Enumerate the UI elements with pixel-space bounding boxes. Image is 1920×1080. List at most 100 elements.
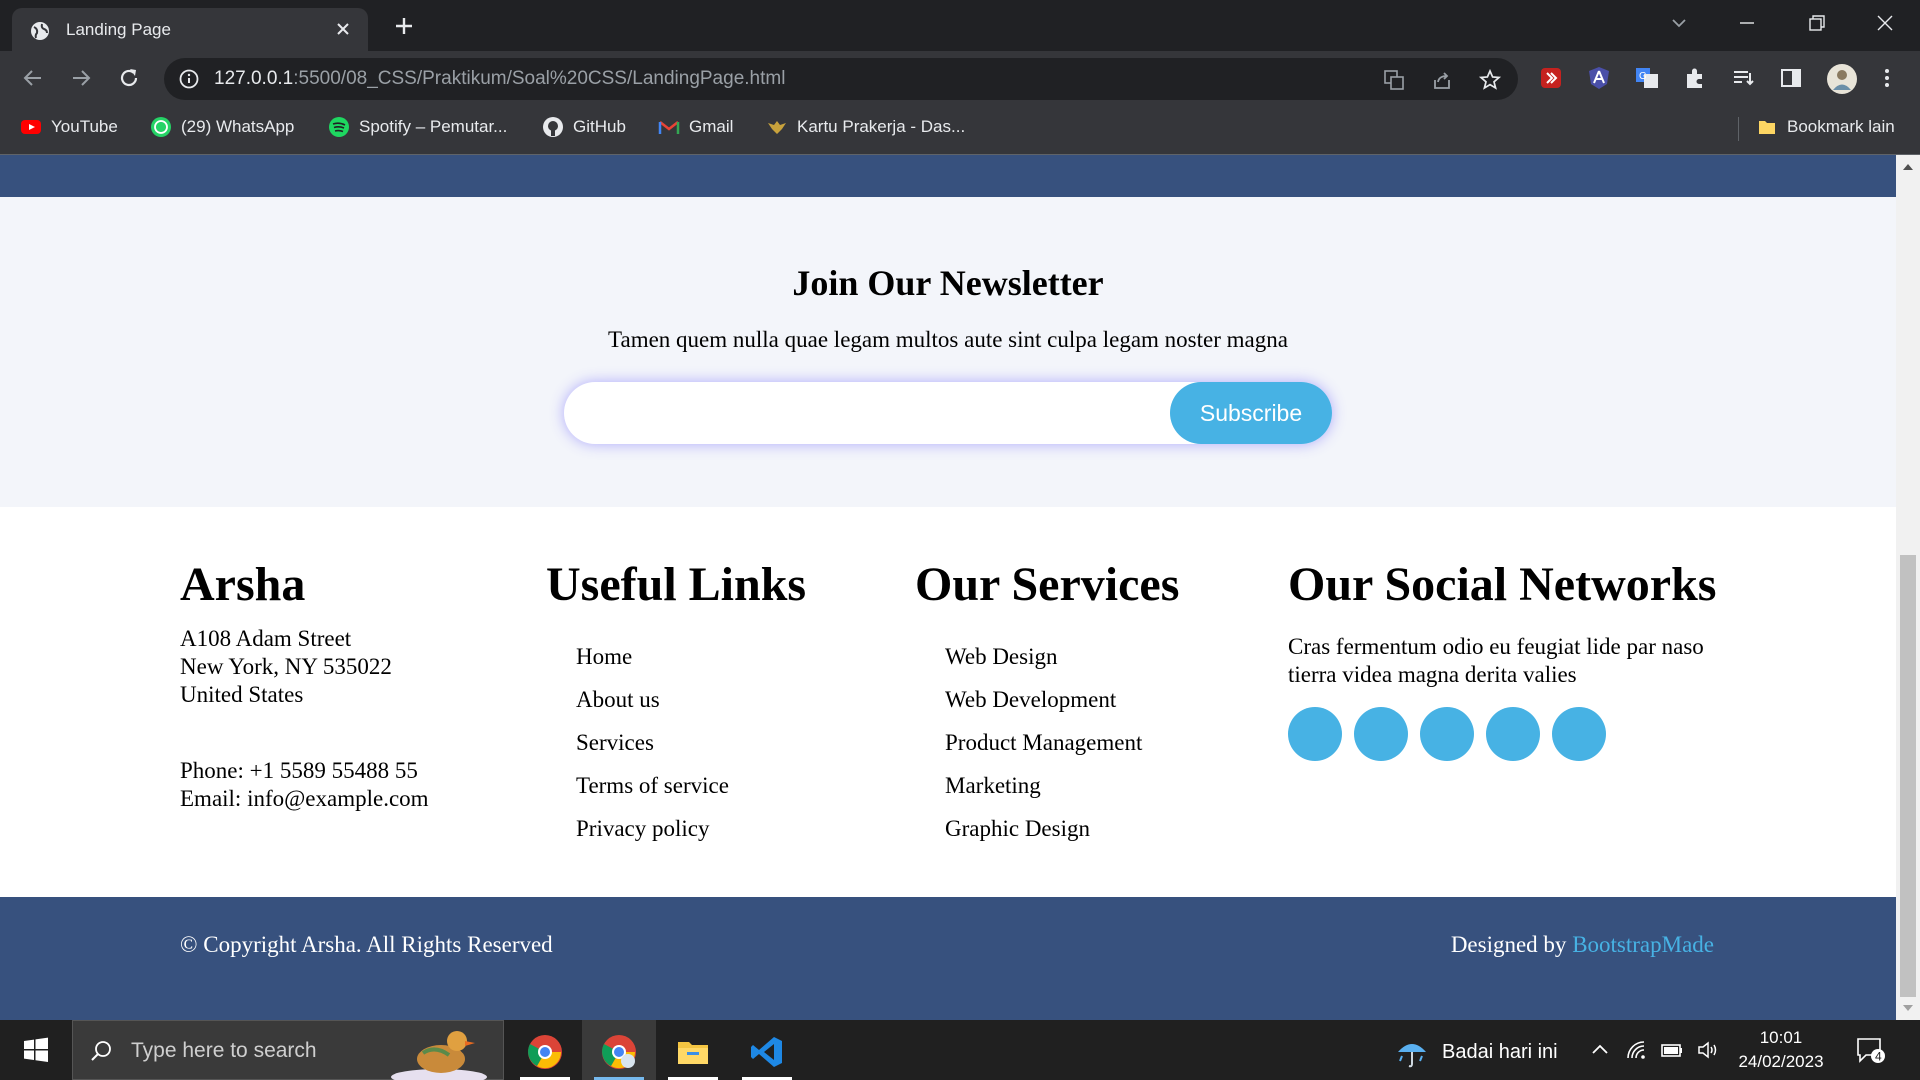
- side-panel-icon[interactable]: [1778, 65, 1804, 91]
- github-icon: [543, 117, 563, 137]
- back-icon[interactable]: [20, 65, 46, 91]
- designed-by-label: Designed by: [1450, 932, 1567, 957]
- bookmarks-separator: [1738, 117, 1739, 141]
- service-link-marketing[interactable]: Marketing: [945, 764, 1179, 807]
- newsletter-email-input[interactable]: [564, 382, 1164, 444]
- tab-search-icon[interactable]: [1666, 10, 1692, 36]
- tab-landing-page[interactable]: Landing Page: [12, 8, 368, 51]
- subscribe-button[interactable]: Subscribe: [1170, 382, 1332, 444]
- url-path: :5500/08_CSS/Praktikum/Soal%20CSS/Landin…: [293, 68, 786, 89]
- extension-red-icon[interactable]: [1538, 65, 1564, 91]
- useful-links-title: Useful Links: [546, 558, 807, 611]
- reload-icon[interactable]: [116, 65, 142, 91]
- folder-icon: [1759, 121, 1775, 134]
- service-link-graphic-design[interactable]: Graphic Design: [945, 807, 1179, 850]
- wifi-icon[interactable]: [1624, 1038, 1648, 1062]
- taskbar-chrome-2[interactable]: [582, 1020, 656, 1080]
- angular-devtools-icon[interactable]: [1586, 65, 1612, 91]
- service-link-web-design[interactable]: Web Design: [945, 635, 1179, 678]
- service-link-web-development[interactable]: Web Development: [945, 678, 1179, 721]
- bookmark-youtube[interactable]: YouTube: [20, 111, 118, 143]
- social-title: Our Social Networks: [1288, 558, 1717, 611]
- newsletter-title: Join Our Newsletter: [792, 263, 1104, 303]
- taskbar-search-box[interactable]: Type here to search: [72, 1020, 504, 1080]
- clock-date: 24/02/2023: [1738, 1052, 1824, 1071]
- address-bar[interactable]: 127.0.0.1:5500/08_CSS/Praktikum/Soal%20C…: [164, 58, 1518, 100]
- footer-contact-info: Phone: +1 5589 55488 55 Email: info@exam…: [180, 757, 429, 813]
- taskbar-chrome-1[interactable]: [508, 1020, 582, 1080]
- windows-start-icon[interactable]: [0, 1020, 72, 1080]
- scrollbar-thumb[interactable]: [1900, 555, 1916, 997]
- new-tab-icon[interactable]: [392, 14, 416, 38]
- scroll-up-icon[interactable]: [1902, 161, 1914, 173]
- footer-link-terms[interactable]: Terms of service: [576, 764, 806, 807]
- bookmark-label: (29) WhatsApp: [181, 117, 295, 136]
- taskbar-file-explorer[interactable]: [656, 1020, 730, 1080]
- footer-social: Our Social Networks Cras fermentum odio …: [1288, 557, 1716, 761]
- show-hidden-icons-chevron-icon[interactable]: [1588, 1038, 1612, 1062]
- restore-icon[interactable]: [1804, 10, 1830, 36]
- social-instagram-icon[interactable]: [1420, 707, 1474, 761]
- extensions-puzzle-icon[interactable]: [1682, 65, 1708, 91]
- system-clock[interactable]: 10:01 24/02/2023: [1736, 1026, 1826, 1074]
- bookmark-label: Bookmark lain: [1787, 117, 1895, 136]
- social-twitter-icon[interactable]: [1288, 707, 1342, 761]
- social-skype-icon[interactable]: [1486, 707, 1540, 761]
- page-viewport: Join Our Newsletter Tamen quem nulla qua…: [0, 155, 1896, 1020]
- footer-link-services[interactable]: Services: [576, 721, 806, 764]
- address-line: A108 Adam Street: [180, 626, 352, 651]
- reading-list-icon[interactable]: [1730, 65, 1756, 91]
- close-window-icon[interactable]: [1872, 10, 1898, 36]
- footer-link-privacy[interactable]: Privacy policy: [576, 807, 806, 850]
- services-list: Web Design Web Development Product Manag…: [915, 635, 1179, 850]
- url-host: 127.0.0.1: [214, 68, 294, 89]
- forward-icon[interactable]: [68, 65, 94, 91]
- footer-bottom: © Copyright Arsha. All Rights Reserved D…: [0, 897, 1896, 1020]
- bookmark-label: Spotify – Pemutar...: [359, 117, 508, 136]
- notification-count: 4: [1875, 1050, 1882, 1064]
- page-scrollbar[interactable]: [1896, 155, 1920, 1020]
- bookmark-github[interactable]: GitHub: [542, 111, 626, 143]
- address-line: United States: [180, 682, 304, 707]
- site-info-icon[interactable]: [178, 68, 200, 90]
- footer-useful-links: Useful Links Home About us Services Term…: [546, 557, 806, 850]
- profile-avatar-icon[interactable]: [1826, 63, 1858, 95]
- service-link-product-management[interactable]: Product Management: [945, 721, 1179, 764]
- bookmark-other-folder[interactable]: Bookmark lain: [1756, 111, 1895, 143]
- social-icons: [1288, 707, 1716, 761]
- newsletter-text: Tamen quem nulla quae legam multos aute …: [608, 327, 1288, 352]
- notification-center-icon[interactable]: 4: [1856, 1036, 1886, 1064]
- menu-kebab-icon[interactable]: [1874, 65, 1900, 91]
- spotify-icon: [329, 117, 349, 137]
- taskbar-vscode[interactable]: [730, 1020, 804, 1080]
- footer-services: Our Services Web Design Web Development …: [915, 557, 1179, 850]
- social-text: Cras fermentum odio eu feugiat lide par …: [1288, 634, 1704, 687]
- designer-link[interactable]: BootstrapMade: [1572, 932, 1714, 957]
- bookmark-star-icon[interactable]: [1478, 68, 1502, 92]
- volume-icon[interactable]: [1696, 1038, 1720, 1062]
- bookmarks-bar: YouTube (29) WhatsApp Spotify – Pemutar.…: [0, 111, 1920, 147]
- bookmark-kartu-prakerja[interactable]: Kartu Prakerja - Das...: [766, 111, 965, 143]
- weather-widget[interactable]: Badai hari ini: [1394, 1034, 1558, 1070]
- minimize-icon[interactable]: [1734, 10, 1760, 36]
- footer-email: Email: info@example.com: [180, 786, 429, 811]
- bookmark-label: Kartu Prakerja - Das...: [797, 117, 966, 136]
- bookmark-label: GitHub: [573, 117, 626, 136]
- footer-link-home[interactable]: Home: [576, 635, 806, 678]
- social-facebook-icon[interactable]: [1354, 707, 1408, 761]
- scroll-down-icon[interactable]: [1902, 1002, 1914, 1014]
- tab-title: Landing Page: [66, 20, 171, 39]
- social-linkedin-icon[interactable]: [1552, 707, 1606, 761]
- battery-icon[interactable]: [1660, 1038, 1684, 1062]
- close-tab-icon[interactable]: [332, 18, 354, 40]
- google-translate-icon[interactable]: G: [1634, 65, 1660, 91]
- bookmark-spotify[interactable]: Spotify – Pemutar...: [328, 111, 507, 143]
- translate-icon[interactable]: [1382, 68, 1406, 92]
- share-icon[interactable]: [1430, 68, 1454, 92]
- url-text: 127.0.0.1:5500/08_CSS/Praktikum/Soal%20C…: [214, 68, 785, 90]
- umbrella-rain-icon: [1398, 1044, 1426, 1068]
- footer-link-about[interactable]: About us: [576, 678, 806, 721]
- globe-icon: [31, 22, 49, 40]
- bookmark-whatsapp[interactable]: (29) WhatsApp: [150, 111, 294, 143]
- bookmark-gmail[interactable]: Gmail: [658, 111, 733, 143]
